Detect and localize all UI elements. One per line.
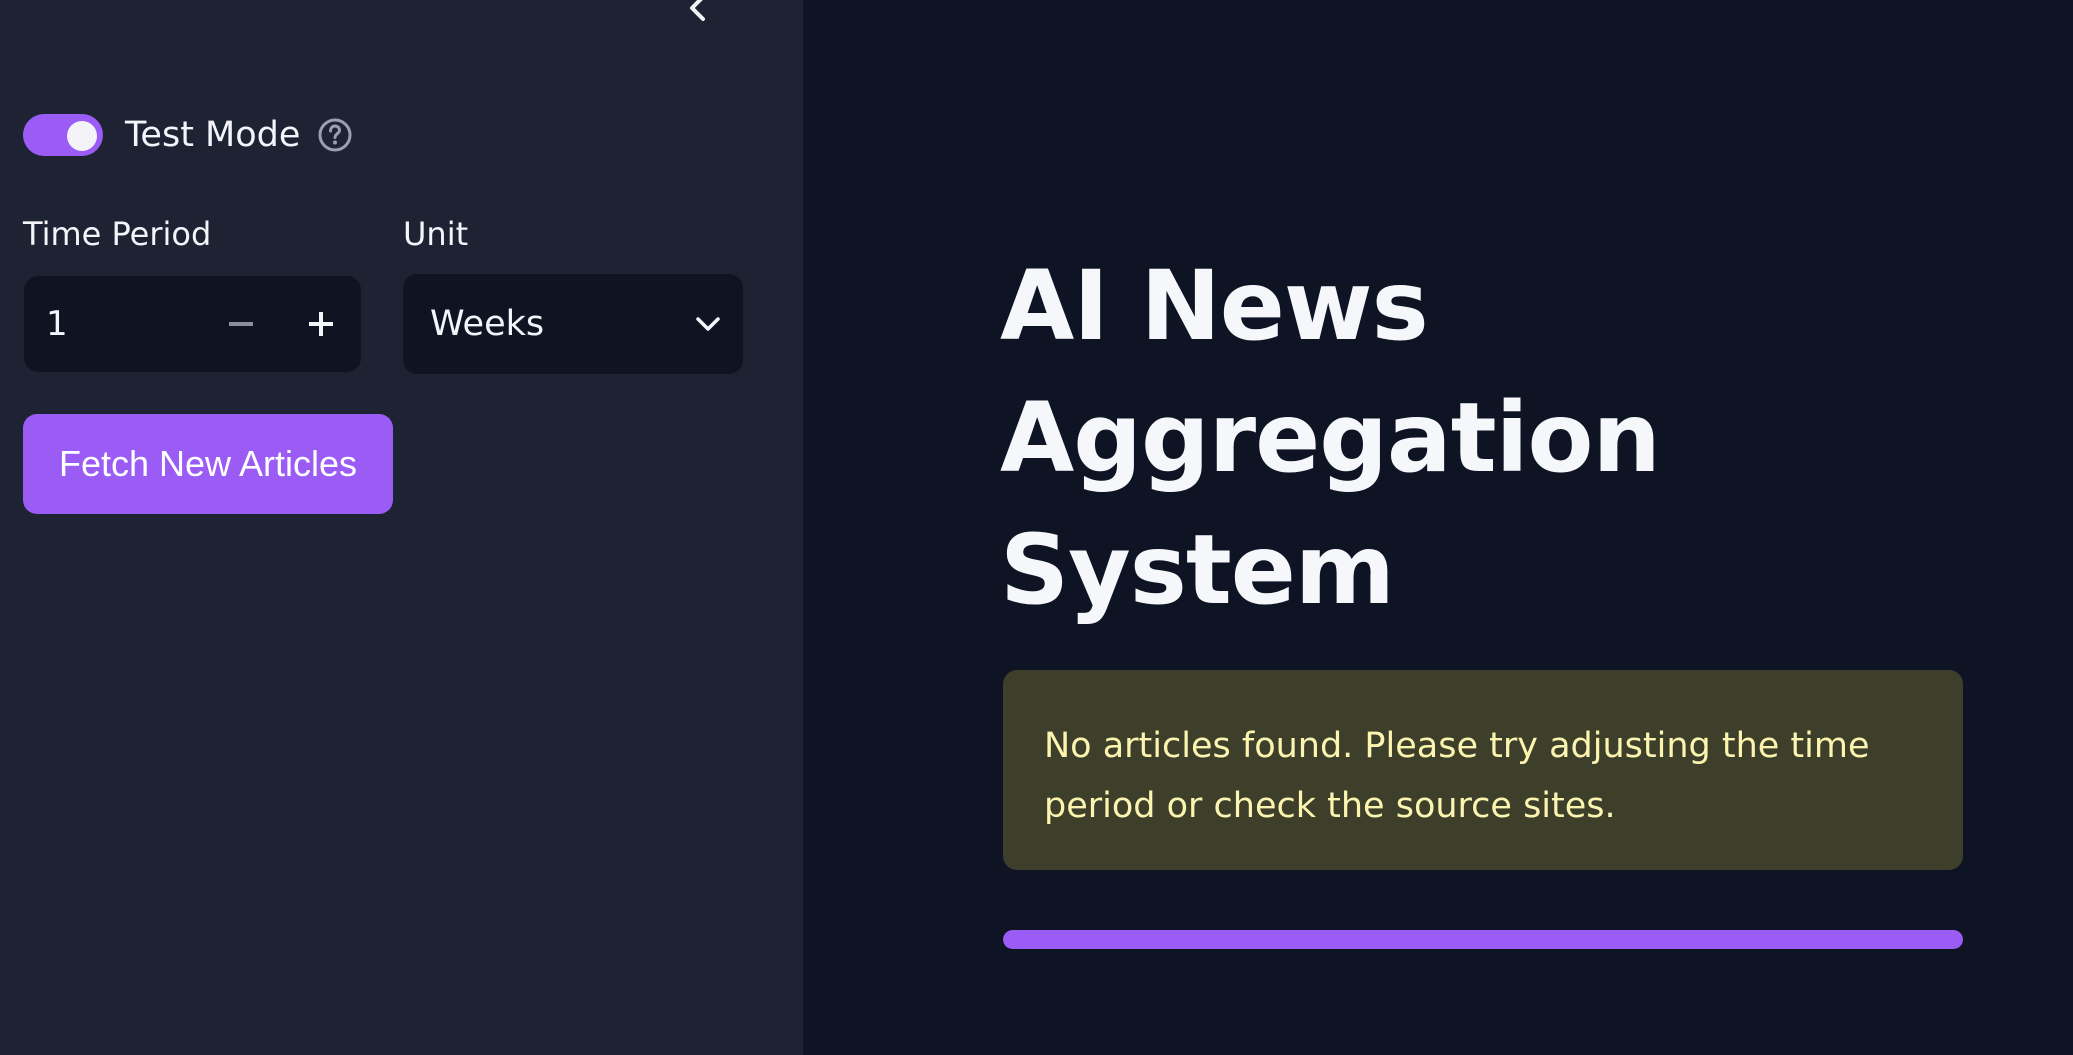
increment-button[interactable] (281, 276, 361, 372)
collapse-sidebar-button[interactable] (676, 0, 720, 26)
test-mode-toggle[interactable] (23, 114, 103, 156)
unit-label: Unit (403, 215, 469, 253)
progress-bar (1003, 930, 1963, 949)
warning-alert: No articles found. Please try adjusting … (1003, 670, 1963, 870)
time-period-value[interactable]: 1 (24, 304, 201, 344)
progress-fill (1003, 930, 1963, 949)
test-mode-label: Test Mode (125, 115, 301, 155)
page-title: AI News Aggregation System (1000, 250, 1661, 626)
test-mode-toggle-row: Test Mode (23, 112, 353, 158)
question-circle-icon[interactable] (317, 117, 353, 153)
unit-select[interactable]: Weeks (403, 274, 743, 374)
fetch-new-articles-button[interactable]: Fetch New Articles (23, 414, 393, 514)
main-content: AI News Aggregation System No articles f… (803, 0, 2073, 1055)
chevron-down-icon (673, 315, 743, 333)
minus-icon (229, 322, 253, 326)
toggle-knob (67, 121, 97, 151)
time-period-label: Time Period (23, 215, 212, 253)
chevron-left-icon (690, 0, 705, 21)
warning-message: No articles found. Please try adjusting … (1044, 726, 1870, 826)
sidebar: Test Mode Time Period Unit 1 Weeks Fetch… (0, 0, 803, 1055)
unit-selected-value: Weeks (430, 304, 545, 344)
app-root: Test Mode Time Period Unit 1 Weeks Fetch… (0, 0, 2073, 1055)
time-period-input[interactable]: 1 (24, 276, 361, 372)
decrement-button[interactable] (201, 276, 281, 372)
plus-icon (309, 312, 333, 336)
